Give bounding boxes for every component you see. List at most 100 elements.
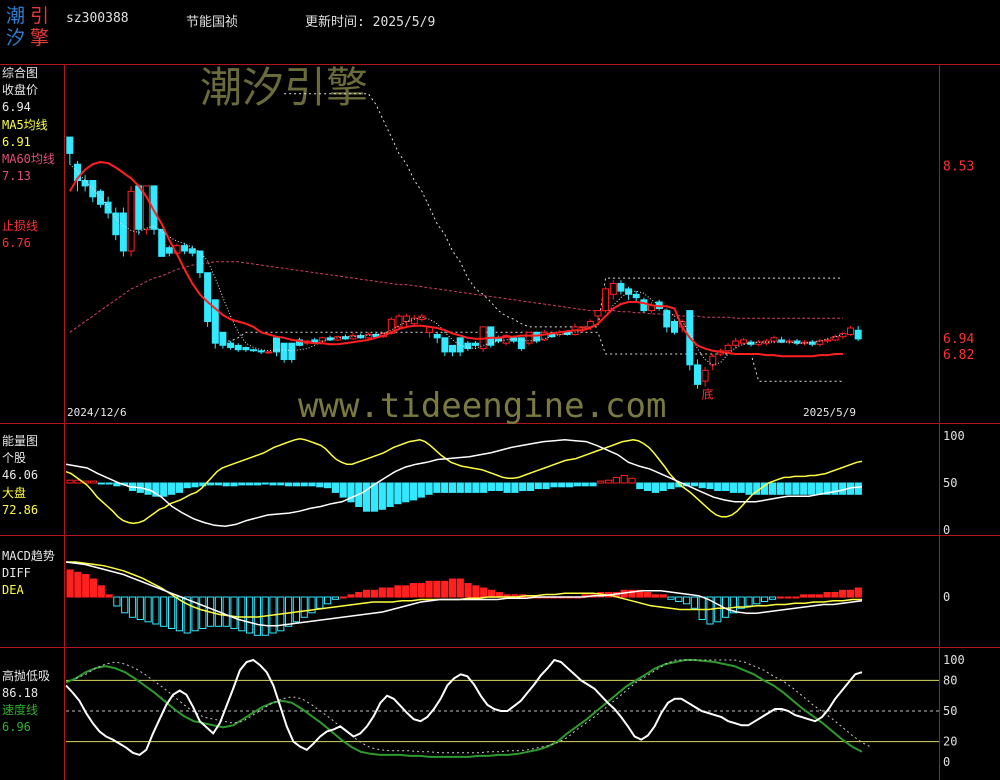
macd-bar (347, 594, 355, 598)
candle-body (709, 355, 717, 366)
macd-bar (448, 578, 457, 598)
macd-bar (152, 596, 160, 625)
ma60-label: MA60均线 (2, 152, 55, 166)
volume-bar (238, 482, 246, 486)
market-label: 大盘 (2, 486, 27, 500)
ma5-label: MA5均线 (2, 118, 48, 132)
macd-bar (168, 596, 176, 629)
macd-bar (854, 587, 862, 598)
volume-bar (581, 482, 589, 487)
macd-bar (378, 587, 386, 598)
macd-bar (792, 596, 800, 599)
close-value: 6.94 (2, 100, 31, 114)
volume-tick-label: 0 (943, 523, 950, 537)
watermark-url: www.tideengine.com (298, 386, 666, 426)
candle-body (250, 349, 257, 352)
candle-body (602, 288, 610, 312)
macd-bar (175, 596, 184, 632)
candle-body (165, 247, 173, 254)
macd-bar (480, 587, 488, 598)
volume-panel: 100 50 0 (65, 429, 965, 537)
volume-bar (815, 482, 823, 495)
volume-bar (597, 480, 605, 484)
macd-bar (97, 585, 105, 598)
macd-bar (800, 594, 808, 598)
volume-bar (214, 482, 223, 486)
macd-bar (784, 596, 792, 599)
volume-bar (706, 482, 714, 490)
macd-bar (144, 596, 152, 623)
macd-bar (831, 592, 839, 598)
chart-canvas[interactable]: 潮汐引擎 www.tideengine.com 8.536.946.82底 10… (0, 0, 1000, 780)
macd-bar (238, 596, 246, 632)
macd-bar (846, 589, 855, 598)
macd-bar (136, 596, 144, 620)
candle-body (364, 334, 372, 339)
volume-bar (690, 482, 698, 487)
candle-body (694, 364, 701, 385)
volume-bar (714, 482, 722, 491)
macd-bar (316, 596, 324, 609)
speed-value: 6.96 (2, 720, 31, 734)
volume-bar (230, 482, 238, 487)
volume-bar (183, 482, 191, 489)
macd-bar (222, 596, 230, 627)
volume-bar (308, 482, 316, 487)
candle-body (242, 347, 250, 351)
volume-bar (644, 482, 652, 491)
macd-bar (409, 583, 418, 598)
dea-label: DEA (2, 583, 24, 597)
volume-bar (409, 482, 418, 501)
volume-bar (722, 482, 730, 491)
volume-bar (464, 482, 472, 493)
volume-bar (620, 475, 628, 484)
volume-bar (160, 482, 168, 497)
macd-bar (394, 585, 402, 598)
volume-bar (292, 482, 300, 487)
volume-bar (66, 479, 74, 484)
macd-panel: 0 (65, 561, 950, 636)
volume-bar (246, 482, 254, 486)
tide-tick-label: 100 (943, 653, 965, 667)
macd-bar (160, 596, 168, 627)
candle-body (701, 369, 709, 382)
volume-bar (300, 482, 308, 487)
volume-bar (175, 482, 184, 493)
candle-body (158, 228, 166, 257)
volume-bar (105, 482, 113, 485)
volume-bar (191, 482, 199, 488)
candle-body (280, 342, 288, 361)
volume-bar (628, 477, 636, 484)
macd-bar (807, 594, 816, 598)
candle-body (609, 283, 617, 295)
macd-bar (66, 569, 74, 598)
close-label: 收盘价 (2, 83, 39, 97)
candle-body (847, 327, 854, 335)
candle-body (112, 212, 120, 236)
macd-bar (230, 596, 238, 629)
volume-bar (605, 479, 613, 484)
trend-line (68, 160, 843, 358)
volume-bar (261, 482, 269, 485)
volume-bar (386, 482, 394, 507)
macd-bar (745, 596, 753, 607)
macd-bar (464, 583, 472, 598)
volume-bar (222, 482, 230, 487)
macd-bar (761, 596, 769, 602)
candle-body (395, 315, 403, 328)
macd-bar (441, 580, 449, 598)
main-title: 综合图 (2, 66, 39, 80)
volume-bar (698, 482, 706, 489)
macd-bar (659, 594, 667, 598)
volume-bar (402, 482, 410, 503)
volume-bar (456, 482, 464, 493)
volume-bar (792, 482, 800, 495)
candle-body (525, 331, 533, 344)
macd-bar (246, 596, 254, 634)
candle-body (288, 342, 296, 361)
macd-zero-label: 0 (943, 590, 950, 604)
volume-bar (433, 482, 441, 493)
tide-line (65, 658, 863, 757)
candle-body (824, 339, 832, 342)
volume-bar (784, 482, 792, 495)
